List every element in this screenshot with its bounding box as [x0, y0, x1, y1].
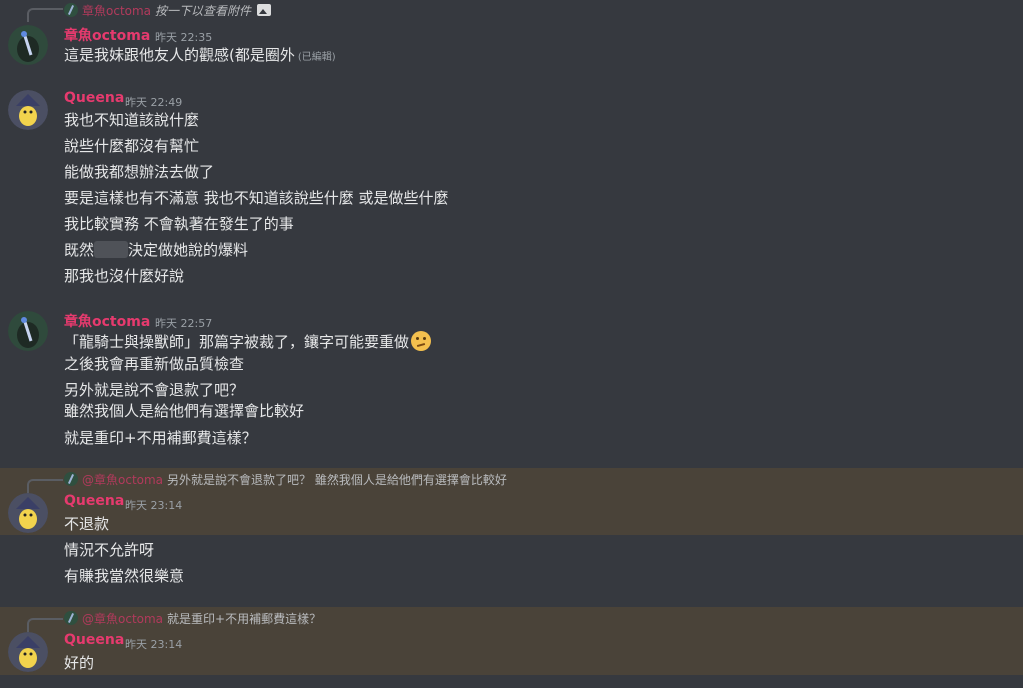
message-line: 說些什麼都沒有幫忙 — [64, 137, 200, 155]
message-line: 雖然我個人是給他們有選擇會比較好 — [64, 402, 305, 420]
avatar-queena[interactable] — [8, 632, 48, 672]
reply-preview[interactable]: @章魚octoma 另外就是說不會退款了吧？ 雖然我個人是給他們有選擇會比較好 — [64, 469, 507, 489]
reply-text[interactable]: 按一下以查看附件 — [155, 2, 251, 19]
message-line: 要是這樣也有不滿意 我也不知道該說些什麼 或是做些什麼 — [64, 189, 449, 207]
message-line: 這是我妹跟他友人的觀感(都是圈外 — [64, 46, 295, 64]
message-text: 這是我妹跟他友人的觀感(都是圈外 (已編輯) — [64, 45, 336, 68]
message-line: 情況不允許呀 — [64, 541, 155, 559]
avatar-mini — [64, 611, 78, 625]
avatar-queena[interactable] — [8, 90, 48, 130]
reply-text[interactable]: 另外就是說不會退款了吧？ 雖然我個人是給他們有選擇會比較好 — [167, 471, 507, 488]
reply-author[interactable]: @章魚octoma — [82, 610, 163, 627]
message-line: 我比較實務 不會執著在發生了的事 — [64, 215, 294, 233]
message-timestamp: 昨天 22:57 — [155, 317, 213, 330]
message-line: 既然 — [64, 241, 95, 259]
avatar-mini — [64, 472, 78, 486]
message-timestamp: 昨天 22:49 — [125, 96, 183, 109]
message-line: 能做我都想辦法去做了 — [64, 163, 215, 181]
reply-preview[interactable]: @章魚octoma 就是重印+不用補郵費這樣？ — [64, 608, 321, 628]
reply-spine — [27, 479, 63, 493]
message-author[interactable]: Queena — [64, 493, 124, 509]
message-text: 「龍騎士與操獸師」那篇字被裁了，鑲字可能要重做 — [64, 331, 432, 352]
thinking-face-icon — [411, 331, 432, 351]
avatar-octoma[interactable] — [8, 311, 48, 351]
message-timestamp: 昨天 23:14 — [125, 499, 183, 512]
reply-spine — [27, 618, 63, 632]
avatar-queena[interactable] — [8, 493, 48, 533]
message-author[interactable]: 章魚octoma — [64, 311, 150, 331]
reply-preview[interactable]: 章魚octoma 按一下以查看附件 — [64, 0, 272, 20]
message-line: 我也不知道該說什麼 — [64, 111, 200, 129]
message-author[interactable]: Queena — [64, 632, 124, 648]
avatar-octoma[interactable] — [8, 25, 48, 65]
reply-author[interactable]: @章魚octoma — [82, 471, 163, 488]
edited-label: (已編輯) — [297, 52, 336, 63]
message-timestamp: 昨天 23:14 — [125, 638, 183, 651]
message-timestamp: 昨天 22:35 — [155, 31, 213, 44]
message-line: 「龍騎士與操獸師」那篇字被裁了，鑲字可能要重做 — [64, 333, 410, 351]
message-line: 另外就是說不會退款了吧？ — [64, 381, 245, 399]
message-line: 不退款 — [64, 515, 110, 533]
message-line: 決定做她說的爆料 — [128, 241, 249, 259]
message-line: 就是重印+不用補郵費這樣？ — [64, 429, 257, 447]
reply-spine — [27, 8, 63, 22]
reply-text[interactable]: 就是重印+不用補郵費這樣？ — [167, 610, 321, 627]
message-author[interactable]: Queena — [64, 90, 124, 106]
avatar-mini — [64, 3, 78, 17]
spoiler-block[interactable] — [94, 241, 129, 258]
reply-author[interactable]: 章魚octoma — [82, 2, 151, 19]
message-line: 那我也沒什麼好說 — [64, 267, 185, 285]
message-line: 有賺我當然很樂意 — [64, 567, 185, 585]
message-author[interactable]: 章魚octoma — [64, 25, 150, 45]
image-icon — [257, 4, 272, 16]
message-text: 既然 決定做她說的爆料 — [64, 240, 248, 260]
message-line: 好的 — [64, 654, 95, 672]
message-line: 之後我會再重新做品質檢查 — [64, 355, 245, 373]
